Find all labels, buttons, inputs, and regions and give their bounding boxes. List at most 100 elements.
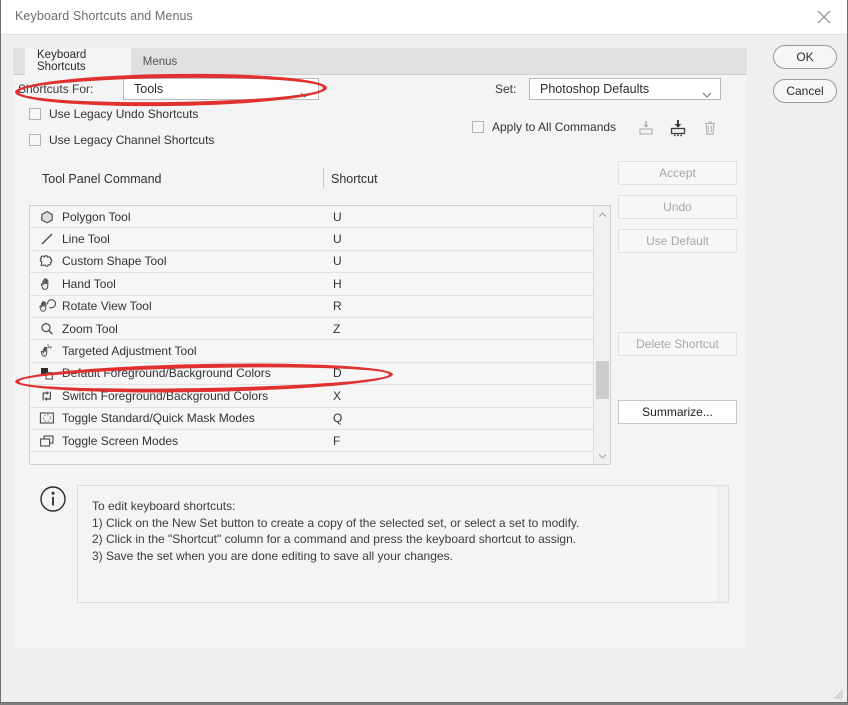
close-icon[interactable] [801,0,847,34]
row-shortcut-value[interactable]: U [333,210,342,224]
resize-grip[interactable] [832,687,844,700]
table-row[interactable]: Default Foreground/Background Colors D [30,363,594,386]
save-set-icon[interactable] [668,118,688,138]
row-shortcut-value[interactable]: X [333,389,341,403]
row-shortcut-value[interactable]: H [333,277,342,291]
row-command-label: Hand Tool [62,276,116,291]
row-shortcut-value[interactable]: F [333,434,340,448]
row-command-label: Switch Foreground/Background Colors [62,388,269,403]
shortcuts-for-value: Tools [134,82,164,96]
checkbox-box [29,134,41,146]
row-command-label: Polygon Tool [62,209,131,224]
row-command-label: Custom Shape Tool [62,254,167,269]
button-label: OK [796,50,814,64]
row-shortcut-value[interactable]: D [333,366,342,380]
row-shortcut-value[interactable]: R [333,299,342,313]
row-command-label: Toggle Standard/Quick Mask Modes [62,411,255,426]
use-default-button[interactable]: Use Default [618,229,737,253]
row-command-label: Default Foreground/Background Colors [62,366,271,381]
info-icon [39,485,67,513]
chevron-down-icon [300,87,310,101]
delete-set-icon[interactable] [700,118,720,138]
table-row[interactable]: Toggle Standard/Quick Mask Modes Q [30,408,594,430]
tab-menus[interactable]: Menus [131,48,189,75]
ok-button[interactable]: OK [773,45,837,69]
chevron-down-icon [702,87,712,101]
hand-tool-icon [36,276,58,292]
row-command-label: Toggle Screen Modes [62,433,179,448]
keyboard-shortcuts-dialog: Keyboard Shortcuts and Menus Keyboard Sh… [0,0,848,703]
new-set-icon[interactable] [636,118,656,138]
zoom-tool-icon [36,321,58,337]
info-panel: To edit keyboard shortcuts: 1) Click on … [77,485,729,603]
row-command-label: Rotate View Tool [62,299,152,314]
targeted-adjustment-tool-icon [36,343,58,359]
checkbox-box [29,108,41,120]
checkbox-label: Use Legacy Channel Shortcuts [49,133,215,147]
delete-shortcut-button[interactable]: Delete Shortcut [618,332,737,356]
row-shortcut-value[interactable]: U [333,232,342,246]
list-scrollbar[interactable] [593,206,610,464]
scroll-down-icon[interactable] [594,447,610,464]
switch-colors-icon [36,388,58,404]
line-tool-icon [36,231,58,247]
set-value: Photoshop Defaults [540,82,650,96]
default-colors-icon [36,365,58,381]
info-scrollbar[interactable] [718,486,728,602]
quick-mask-icon [36,410,58,426]
row-command-label: Line Tool [62,232,110,247]
row-command-label: Zoom Tool [62,321,118,336]
table-row[interactable]: Polygon Tool U [30,206,594,229]
button-label: Delete Shortcut [636,337,719,351]
button-label: Undo [663,200,692,214]
column-header-command: Tool Panel Command [42,172,162,186]
checkbox-use-legacy-undo-shortcuts[interactable]: Use Legacy Undo Shortcuts [29,107,198,121]
table-row[interactable]: Switch Foreground/Background Colors X [30,385,594,408]
table-row[interactable]: Hand Tool H [30,273,594,296]
title-bar: Keyboard Shortcuts and Menus [1,0,847,35]
shortcuts-for-label: Shortcuts For: [18,82,94,96]
tab-keyboard-shortcuts[interactable]: Keyboard Shortcuts [25,48,131,75]
row-command-label: Targeted Adjustment Tool [62,344,197,359]
row-shortcut-value[interactable]: Z [333,322,340,336]
custom-shape-tool-icon [36,253,58,269]
table-row[interactable]: Rotate View Tool R [30,296,594,318]
undo-button[interactable]: Undo [618,195,737,219]
row-shortcut-value[interactable]: Q [333,411,342,425]
cancel-button[interactable]: Cancel [773,79,837,103]
set-select[interactable]: Photoshop Defaults [529,78,721,100]
checkbox-use-legacy-channel-shortcuts[interactable]: Use Legacy Channel Shortcuts [29,133,214,147]
window-title: Keyboard Shortcuts and Menus [15,9,193,23]
checkbox-label: Apply to All Commands [492,120,617,134]
tab-label: Keyboard Shortcuts [37,49,87,73]
screen-modes-icon [36,433,58,449]
checkbox-label: Use Legacy Undo Shortcuts [49,107,199,121]
button-label: Use Default [646,234,709,248]
info-text: To edit keyboard shortcuts: 1) Click on … [92,499,580,563]
tab-label: Menus [142,55,178,68]
table-row[interactable]: Custom Shape Tool U [30,251,594,274]
table-row[interactable]: Targeted Adjustment Tool [30,340,594,363]
row-shortcut-value[interactable]: U [333,254,342,268]
summarize-button[interactable]: Summarize... [618,400,737,424]
table-row[interactable]: Toggle Screen Modes F [30,430,594,453]
rotate-view-tool-icon [36,298,58,314]
checkbox-box [472,121,484,133]
checkbox-apply-to-all-commands[interactable]: Apply to All Commands [472,120,616,134]
table-row[interactable]: Zoom Tool Z [30,318,594,341]
list-scrollbar-thumb[interactable] [596,361,609,399]
shortcut-list[interactable]: Polygon Tool U Line Tool U Custom Shape Tool… [29,205,611,465]
column-divider [323,168,324,188]
scroll-up-icon[interactable] [594,206,610,223]
button-label: Cancel [786,84,824,98]
tab-strip: Keyboard Shortcuts Menus [13,48,747,75]
table-row[interactable]: Line Tool U [30,228,594,251]
shortcut-list-rows: Polygon Tool U Line Tool U Custom Shape Tool… [30,206,594,464]
button-label: Accept [659,166,696,180]
button-label: Summarize... [642,405,713,419]
accept-button[interactable]: Accept [618,161,737,185]
polygon-tool-icon [36,209,58,225]
shortcuts-for-select[interactable]: Tools [123,78,319,100]
set-label: Set: [495,82,517,96]
column-header-shortcut: Shortcut [331,172,378,186]
